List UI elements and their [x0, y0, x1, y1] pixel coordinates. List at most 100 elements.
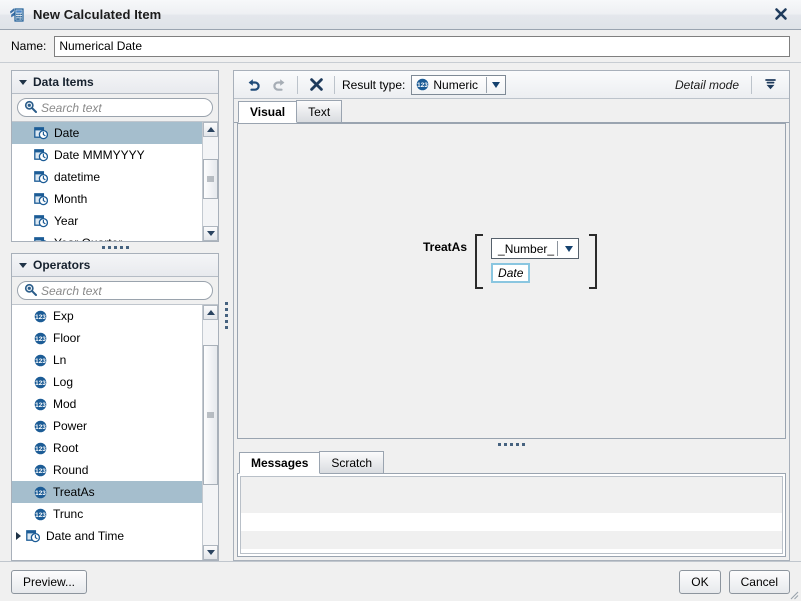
date-icon: [26, 529, 40, 543]
messages-tabstrip: Messages Scratch: [237, 450, 786, 474]
scroll-down-button[interactable]: [203, 545, 218, 560]
svg-text:123: 123: [35, 380, 46, 387]
list-item[interactable]: 123 Floor: [12, 327, 202, 349]
scroll-up-button[interactable]: [203, 305, 218, 320]
scroll-up-button[interactable]: [203, 122, 218, 137]
list-item[interactable]: 123 Root: [12, 437, 202, 459]
detail-mode-label: Detail mode: [674, 77, 739, 92]
data-items-header[interactable]: Data Items: [12, 71, 218, 94]
grip-icon: [207, 176, 214, 181]
scroll-thumb[interactable]: [203, 159, 218, 199]
numeric-icon: 123: [34, 486, 47, 499]
date-icon: [34, 192, 48, 206]
argument-type-dropdown[interactable]: _Number_: [491, 238, 580, 259]
delete-icon[interactable]: [303, 74, 329, 96]
svg-text:123: 123: [35, 358, 46, 365]
svg-text:123: 123: [35, 424, 46, 431]
scroll-track[interactable]: [203, 137, 218, 226]
tab-visual-label: Visual: [250, 105, 286, 119]
data-items-list[interactable]: Date Date MMMYYYY datetime Month Year: [12, 122, 202, 241]
list-item-treatas[interactable]: 123 TreatAs: [12, 481, 202, 503]
svg-text:123: 123: [35, 490, 46, 497]
list-item[interactable]: Date MMMYYYY: [12, 144, 202, 166]
dialog-body: Data Items Search text Date Date MMMYYYY…: [0, 63, 801, 561]
messages-body[interactable]: [237, 473, 786, 557]
collapse-all-icon[interactable]: [757, 74, 783, 96]
list-item[interactable]: 123 Mod: [12, 393, 202, 415]
date-icon: [34, 170, 48, 184]
chevron-down-icon[interactable]: [560, 245, 578, 252]
chevron-right-icon[interactable]: [16, 532, 21, 540]
list-item-label: Ln: [53, 353, 67, 367]
operators-panel: Operators Search text 123 Exp 123 Floor …: [11, 253, 219, 561]
search-icon: [24, 283, 37, 299]
splitter-grip-icon: [498, 443, 525, 446]
list-item[interactable]: Month: [12, 188, 202, 210]
operators-header[interactable]: Operators: [12, 254, 218, 277]
list-item[interactable]: datetime: [12, 166, 202, 188]
left-column: Data Items Search text Date Date MMMYYYY…: [11, 70, 219, 561]
list-item[interactable]: 123 Ln: [12, 349, 202, 371]
tab-text-label: Text: [308, 104, 331, 119]
tab-scratch-label: Scratch: [331, 455, 373, 470]
list-item-label: Root: [53, 441, 79, 455]
left-panels-splitter[interactable]: [11, 242, 219, 253]
numeric-icon: 123: [34, 354, 47, 367]
main-vertical-splitter[interactable]: [219, 70, 233, 561]
data-items-scrollbar[interactable]: [202, 122, 218, 241]
list-item[interactable]: 123 Trunc: [12, 503, 202, 525]
tab-messages-label: Messages: [251, 456, 309, 470]
list-item-group[interactable]: Date and Time: [12, 525, 202, 547]
svg-text:123: 123: [35, 336, 46, 343]
list-item[interactable]: 123 Log: [12, 371, 202, 393]
list-item[interactable]: 123 Power: [12, 415, 202, 437]
scroll-track[interactable]: [203, 320, 218, 545]
tab-scratch[interactable]: Scratch: [319, 451, 385, 473]
cancel-button[interactable]: Cancel: [728, 569, 790, 594]
grip-icon: [207, 412, 214, 417]
operators-list-wrap: 123 Exp 123 Floor 123 Ln 123 Log 123 Mod…: [12, 305, 218, 560]
list-item-label: Exp: [53, 309, 74, 323]
list-item-label: Floor: [53, 331, 81, 345]
numeric-icon: 123: [34, 464, 47, 477]
operators-list[interactable]: 123 Exp 123 Floor 123 Ln 123 Log 123 Mod…: [12, 305, 202, 560]
messages-list[interactable]: [240, 476, 783, 554]
argument-data-item-token[interactable]: Date: [491, 263, 531, 283]
ok-button[interactable]: OK: [679, 569, 721, 594]
result-type-dropdown[interactable]: 123 Numeric: [411, 74, 507, 95]
operators-search-input[interactable]: Search text: [17, 281, 213, 300]
message-row: [241, 477, 782, 495]
resize-grip-icon[interactable]: [787, 588, 799, 600]
tab-messages[interactable]: Messages: [239, 452, 321, 474]
list-item-label: Round: [53, 463, 89, 477]
tab-text[interactable]: Text: [296, 100, 343, 122]
svg-text:123: 123: [418, 82, 429, 89]
editor-messages-splitter[interactable]: [234, 439, 789, 450]
close-icon[interactable]: [761, 0, 801, 28]
list-item[interactable]: Year: [12, 210, 202, 232]
undo-icon[interactable]: [240, 74, 266, 96]
list-item[interactable]: Year Quarter: [12, 232, 202, 241]
operators-scrollbar[interactable]: [202, 305, 218, 560]
date-icon: [34, 236, 48, 241]
list-item-label: TreatAs: [53, 485, 95, 499]
toolbar-separator: [297, 75, 298, 94]
preview-button[interactable]: Preview...: [11, 569, 88, 594]
chevron-down-icon: [19, 262, 27, 268]
redo-icon[interactable]: [266, 74, 292, 96]
date-icon: [34, 148, 48, 162]
scroll-thumb[interactable]: [203, 345, 218, 485]
list-item[interactable]: 123 Round: [12, 459, 202, 481]
expression-canvas[interactable]: TreatAs _Number_ Date: [237, 123, 786, 439]
list-item-label: Year: [54, 214, 79, 228]
scroll-down-button[interactable]: [203, 226, 218, 241]
tab-visual[interactable]: Visual: [238, 101, 298, 123]
chevron-down-icon: [19, 79, 27, 85]
list-item[interactable]: Date: [12, 122, 202, 144]
list-item[interactable]: 123 Exp: [12, 305, 202, 327]
list-item-label: Year Quarter: [54, 236, 122, 241]
data-items-search-input[interactable]: Search text: [17, 98, 213, 117]
chevron-down-icon[interactable]: [487, 81, 505, 88]
name-input[interactable]: [54, 35, 790, 57]
name-label: Name:: [11, 39, 47, 53]
